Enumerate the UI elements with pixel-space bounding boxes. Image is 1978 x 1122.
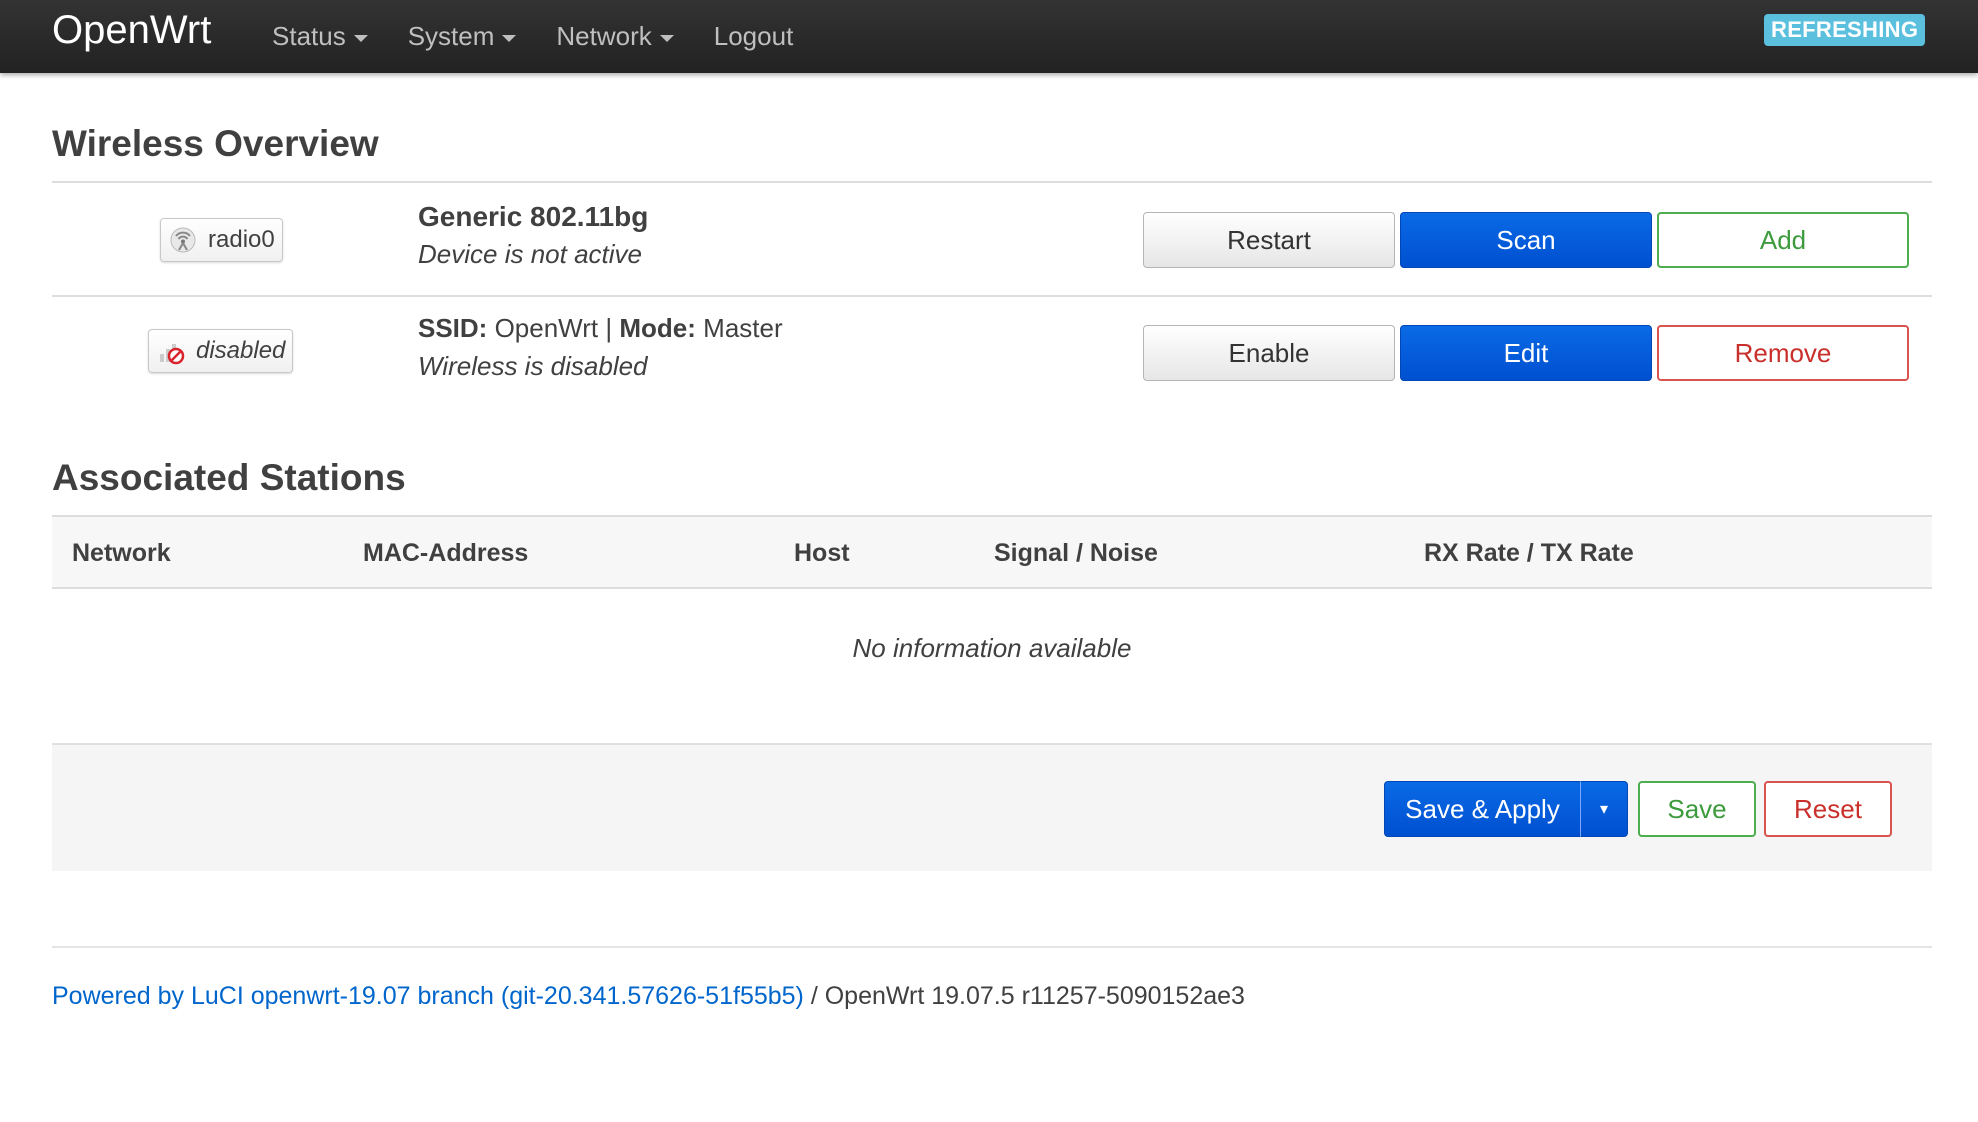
column-host: Host [794,539,850,567]
menu-status[interactable]: Status [272,21,368,52]
footer-divider [52,946,1932,948]
network-status: Wireless is disabled [418,351,648,381]
menu-network-label: Network [556,21,652,51]
column-network: Network [72,539,171,567]
reset-button[interactable]: Reset [1764,781,1892,837]
menu-logout-label: Logout [713,21,794,51]
wireless-network-row: disabled SSID: OpenWrt | Mode: Master Wi… [52,297,1932,409]
chevron-down-icon [353,34,368,42]
wifi-radio-icon [168,225,198,255]
edit-button[interactable]: Edit [1400,325,1652,381]
menu-logout[interactable]: Logout [714,21,794,52]
device-badge-label: radio0 [208,226,275,253]
chevron-down-icon [502,34,517,42]
network-badge: disabled [148,329,294,373]
associated-stations-title: Associated Stations [52,457,406,498]
luci-version-link[interactable]: Powered by LuCI openwrt-19.07 branch (gi… [52,982,804,1010]
wireless-device-row: radio0 Generic 802.11bg Device is not ac… [52,183,1932,297]
restart-button[interactable]: Restart [1143,212,1395,268]
menu-status-label: Status [272,21,346,51]
menu-system-label: System [407,21,495,51]
page-footer: Powered by LuCI openwrt-19.07 branch (gi… [52,946,1932,1010]
main-menu: Status System Network Logout [272,0,833,73]
save-apply-dropdown-toggle[interactable]: ▾ [1580,781,1628,837]
openwrt-version: / OpenWrt 19.07.5 r11257-5090152ae3 [803,982,1245,1010]
column-signal-noise: Signal / Noise [994,539,1158,567]
info-separator: | [605,313,613,343]
column-mac-address: MAC-Address [363,539,529,567]
wifi-disabled-icon [156,336,186,366]
form-actions-bar: Save & Apply ▾ Save Reset [52,743,1932,871]
brand-logo[interactable]: OpenWrt [52,8,211,53]
ssid-label: SSID: [418,313,488,343]
caret-down-icon: ▾ [1599,801,1609,818]
enable-button[interactable]: Enable [1143,325,1395,381]
mode-value: Master [703,313,783,343]
ssid-value: OpenWrt [494,313,599,343]
network-badge-label: disabled [196,337,286,364]
top-navbar: OpenWrt Status System Network Logout REF… [0,0,1978,73]
device-name: Generic 802.11bg [418,201,649,232]
stations-table-header: Network MAC-Address Host Signal / Noise … [52,515,1932,589]
device-badge: radio0 [160,218,283,262]
menu-system[interactable]: System [408,21,517,52]
save-button[interactable]: Save [1638,781,1756,837]
chevron-down-icon [659,34,674,42]
footer-text: Powered by LuCI openwrt-19.07 branch (gi… [52,982,1245,1011]
add-button[interactable]: Add [1657,212,1909,268]
save-apply-button[interactable]: Save & Apply [1384,781,1580,837]
mode-label: Mode: [619,313,696,343]
network-info-line: SSID: OpenWrt | Mode: Master [418,313,783,344]
save-apply-split-button: Save & Apply ▾ [1384,781,1628,837]
wireless-overview-title: Wireless Overview [52,123,379,164]
menu-network[interactable]: Network [556,21,674,52]
remove-button[interactable]: Remove [1657,325,1909,381]
refreshing-badge[interactable]: REFRESHING [1764,14,1926,46]
stations-empty-message: No information available [852,633,1132,663]
column-rx-tx-rate: RX Rate / TX Rate [1424,539,1634,567]
scan-button[interactable]: Scan [1400,212,1652,268]
device-status: Device is not active [418,239,642,269]
